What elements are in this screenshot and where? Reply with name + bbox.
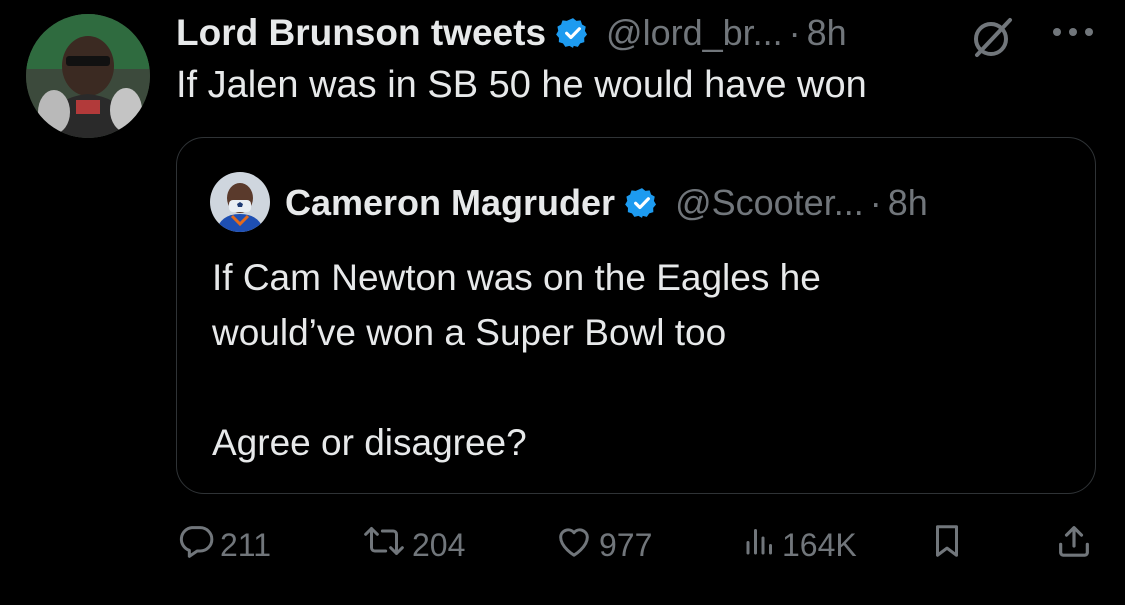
views-icon bbox=[742, 521, 778, 569]
verified-badge-icon bbox=[556, 16, 590, 50]
quoted-author-name[interactable]: Cameron Magruder bbox=[285, 182, 615, 224]
quoted-author-avatar[interactable] bbox=[210, 172, 270, 232]
tweet-time[interactable]: 8h bbox=[807, 12, 847, 54]
author-handle[interactable]: @lord_br... bbox=[606, 12, 783, 54]
like-count: 977 bbox=[599, 526, 653, 563]
grok-icon[interactable] bbox=[968, 12, 1018, 67]
reply-count: 211 bbox=[220, 526, 272, 563]
views-button[interactable]: 164K bbox=[742, 520, 857, 570]
bookmark-button[interactable] bbox=[928, 520, 966, 570]
more-options-icon[interactable] bbox=[1050, 22, 1096, 47]
reply-button[interactable]: 211 bbox=[176, 520, 271, 570]
quoted-tweet-time[interactable]: 8h bbox=[888, 182, 928, 224]
reply-icon bbox=[176, 521, 216, 569]
retweet-icon bbox=[360, 521, 408, 569]
quoted-author-header: Cameron Magruder @Scooter... · 8h bbox=[285, 178, 928, 228]
action-bar: 211 204 977 164K bbox=[0, 520, 1125, 570]
like-icon bbox=[553, 521, 595, 569]
quoted-author-handle[interactable]: @Scooter... bbox=[675, 182, 864, 224]
views-count: 164K bbox=[782, 526, 857, 563]
share-icon bbox=[1054, 521, 1094, 569]
quoted-tweet-text: If Cam Newton was on the Eagles he would… bbox=[212, 257, 821, 463]
share-button[interactable] bbox=[1054, 520, 1094, 570]
tweet[interactable]: Lord Brunson tweets @lord_br... · 8h If … bbox=[0, 0, 1125, 605]
quoted-tweet[interactable]: Cameron Magruder @Scooter... · 8h If Cam… bbox=[176, 137, 1096, 494]
author-avatar[interactable] bbox=[26, 14, 150, 138]
like-button[interactable]: 977 bbox=[553, 520, 652, 570]
separator-dot: · bbox=[869, 182, 882, 223]
verified-badge-icon bbox=[625, 186, 659, 220]
bookmark-icon bbox=[928, 521, 966, 569]
author-header: Lord Brunson tweets @lord_br... · 8h bbox=[176, 8, 847, 58]
tweet-text: If Jalen was in SB 50 he would have won bbox=[176, 64, 867, 106]
retweet-button[interactable]: 204 bbox=[360, 520, 465, 570]
retweet-count: 204 bbox=[412, 526, 466, 563]
author-name[interactable]: Lord Brunson tweets bbox=[176, 12, 546, 54]
separator-dot: · bbox=[788, 12, 801, 53]
